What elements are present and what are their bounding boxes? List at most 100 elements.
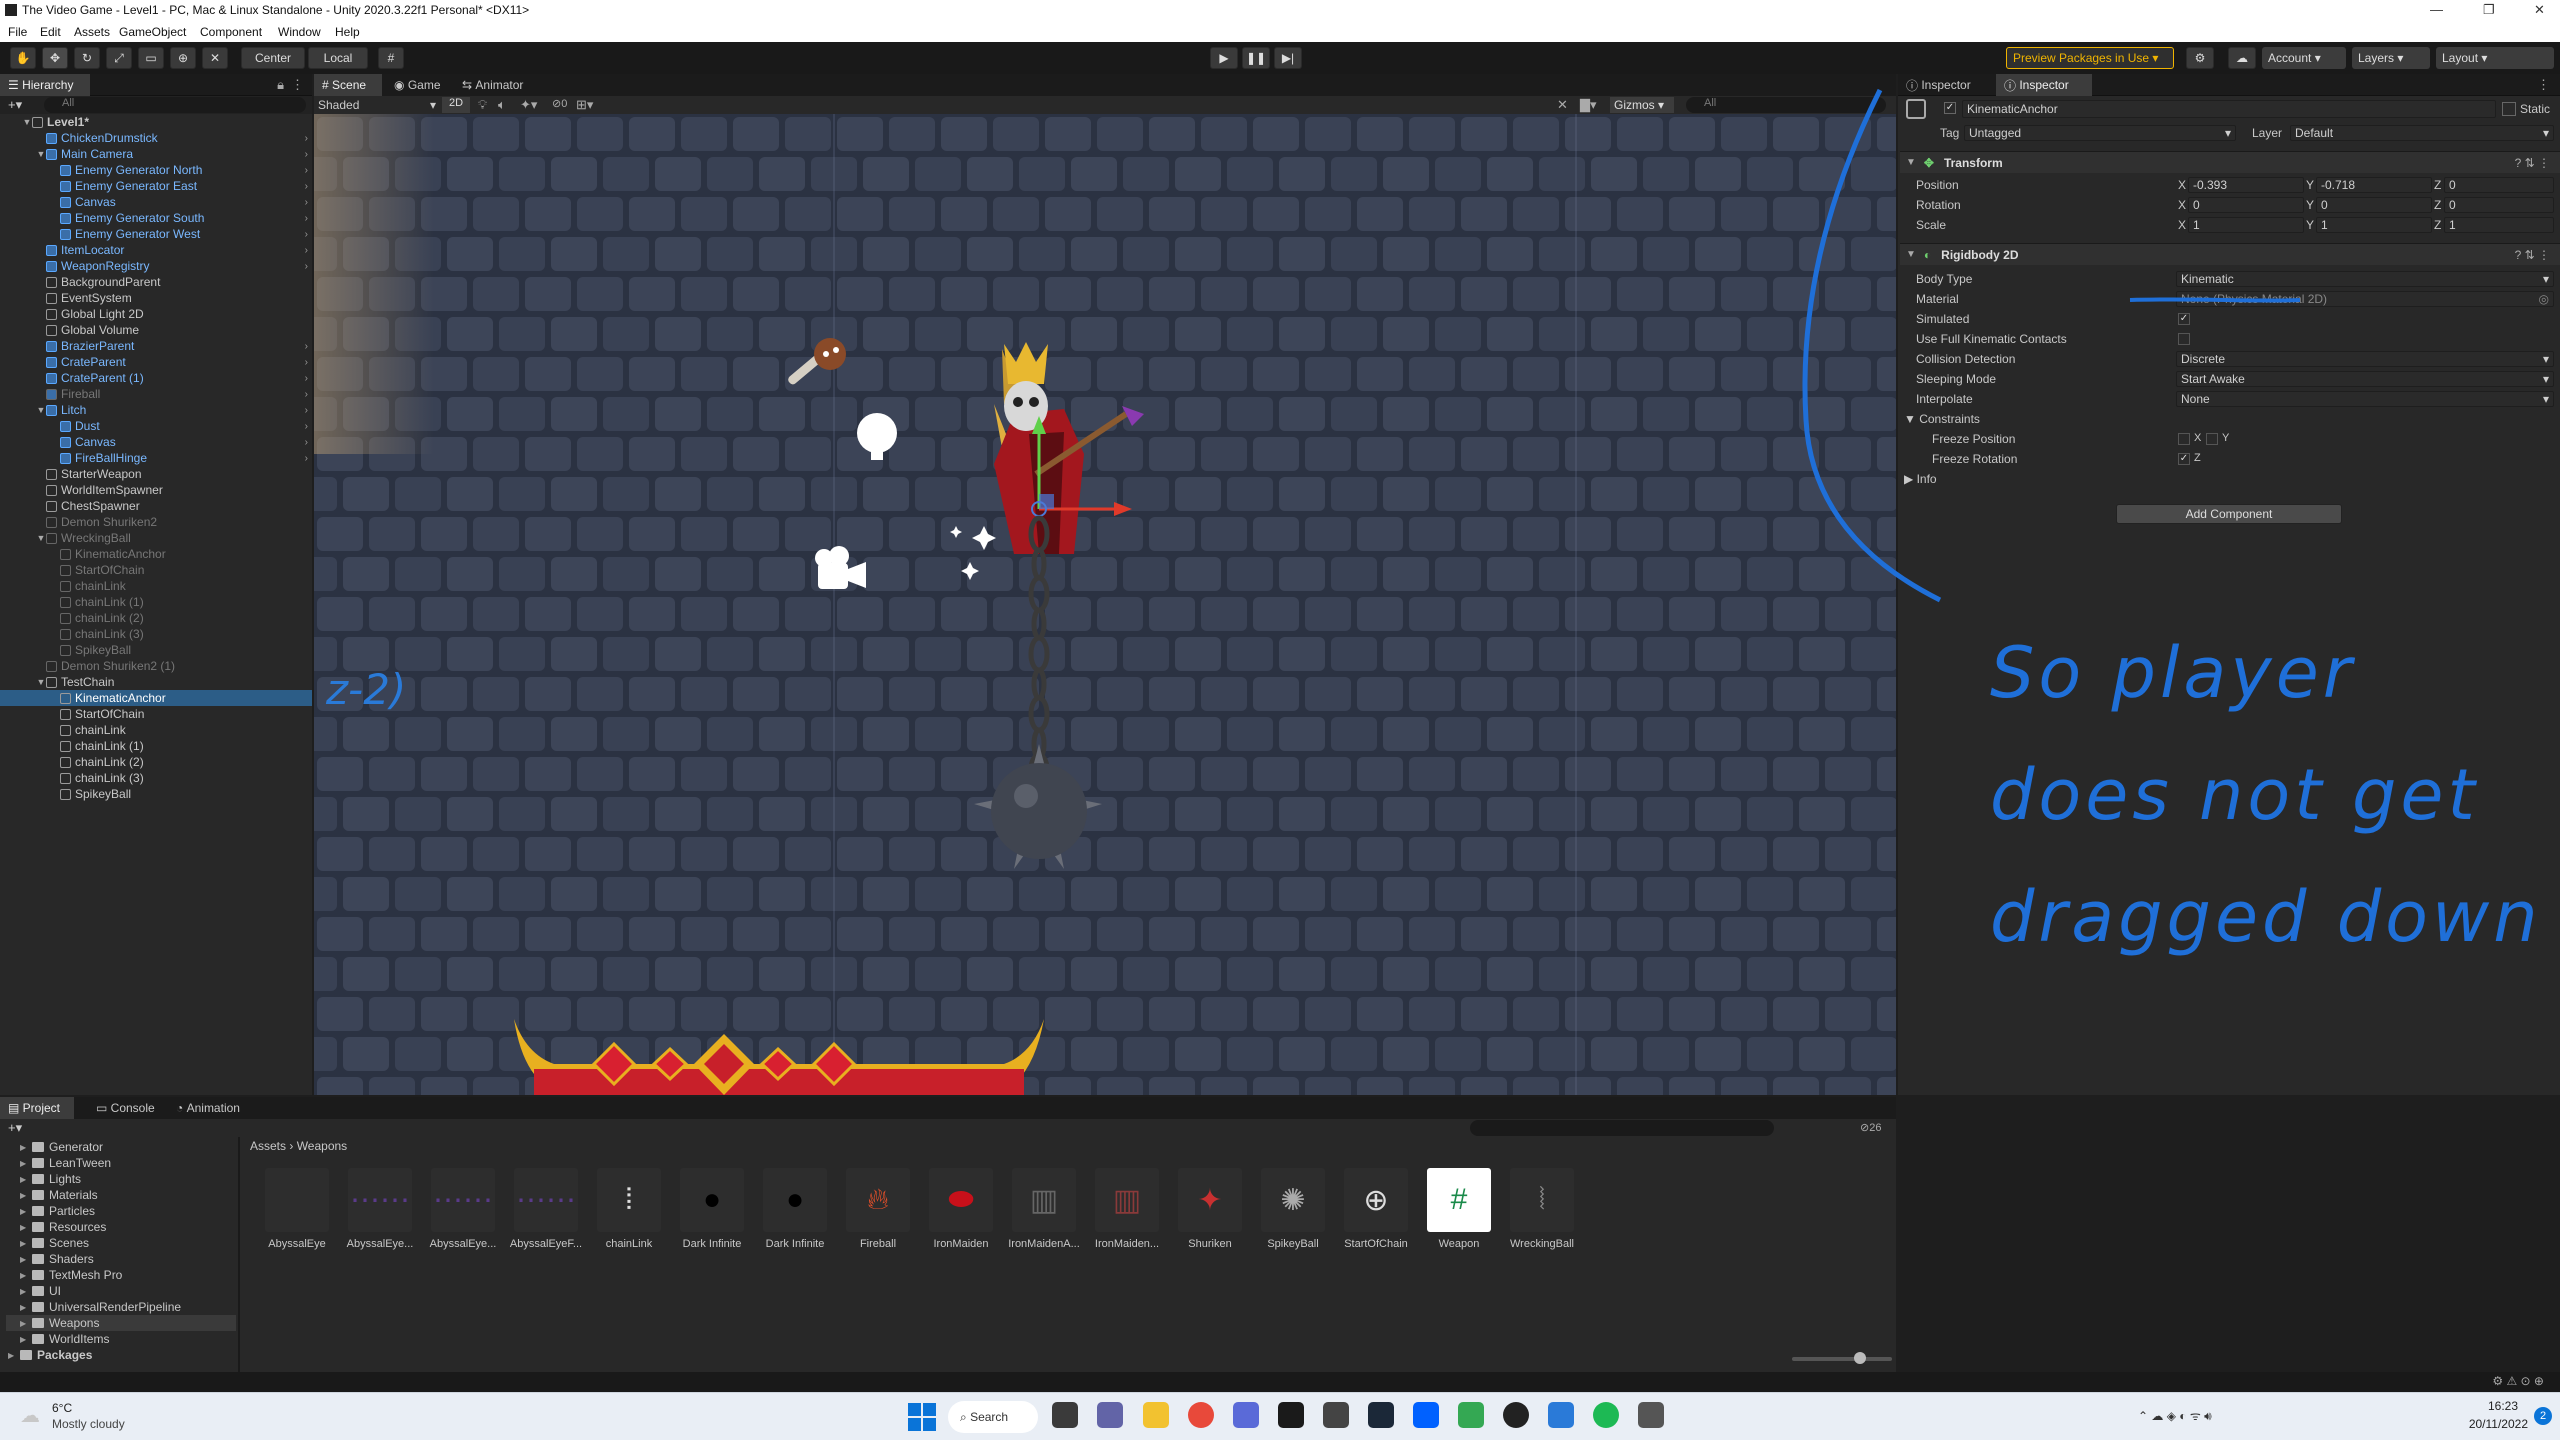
foldout-arrow-icon[interactable]: ▶ [20,1303,32,1312]
effects-icon[interactable]: ✦▾ [520,97,537,113]
app-icon[interactable] [1503,1402,1529,1428]
hierarchy-item[interactable]: Enemy Generator North › [0,162,312,178]
menu-gameobject[interactable]: GameObject [119,25,186,39]
prefab-open-arrow-icon[interactable]: › [305,389,308,400]
project-folder[interactable]: ▶ Scenes [6,1235,236,1251]
hierarchy-item[interactable]: ▼ Level1* [0,114,312,130]
hierarchy-item[interactable]: KinematicAnchor [0,546,312,562]
prefab-open-arrow-icon[interactable]: › [305,373,308,384]
foldout-arrow-icon[interactable]: ▼ [36,149,46,159]
foldout-arrow-icon[interactable]: ▶ [20,1255,32,1264]
menu-help[interactable]: Help [335,25,360,39]
prefab-open-arrow-icon[interactable]: › [305,229,308,240]
lighting-icon[interactable]: 💡︎ [478,97,487,113]
notification-badge[interactable]: 2 [2534,1407,2552,1425]
asset-item[interactable]: ✺ SpikeyBall [1253,1168,1333,1250]
project-folder[interactable]: ▶ UniversalRenderPipeline [6,1299,236,1315]
hierarchy-item[interactable]: SpikeyBall [0,786,312,802]
asset-item[interactable]: # Weapon [1419,1168,1499,1250]
asset-item[interactable]: ● Dark Infinite [755,1168,835,1250]
camera-settings-icon[interactable]: ▇▾ [1580,97,1597,113]
tab-console[interactable]: ▭ Console [88,1097,164,1119]
hierarchy-item[interactable]: StartOfChain [0,562,312,578]
hierarchy-item[interactable]: ChickenDrumstick › [0,130,312,146]
tab-hierarchy[interactable]: ☰ Hierarchy [0,74,90,96]
project-create-icon[interactable]: +▾ [8,1120,22,1136]
system-tray-icons[interactable]: ⌃ ☁ ◈ ◐ ᯤ 🔊︎ [2138,1407,2212,1424]
asset-item[interactable]: ⋯⋯ AbyssalEye... [340,1168,420,1250]
menu-assets[interactable]: Assets [74,25,110,39]
shading-mode-dropdown[interactable]: Shaded ▾ [318,97,436,113]
prefab-open-arrow-icon[interactable]: › [305,165,308,176]
hierarchy-item[interactable]: StarterWeapon [0,466,312,482]
prefab-open-arrow-icon[interactable]: › [305,133,308,144]
foldout-arrow-icon[interactable]: ▶ [20,1191,32,1200]
foldout-arrow-icon[interactable]: ▶ [20,1223,32,1232]
foldout-arrow-icon[interactable]: ▶ [20,1287,32,1296]
dropbox-icon[interactable] [1413,1402,1439,1428]
prefab-open-arrow-icon[interactable]: › [305,245,308,256]
hierarchy-item[interactable]: CrateParent › [0,354,312,370]
taskbar-search[interactable]: ⌕ Search [948,1401,1038,1433]
step-button[interactable]: ▶| [1274,47,1302,69]
foldout-arrow-icon[interactable]: ▶ [20,1239,32,1248]
project-folder[interactable]: ▶ Materials [6,1187,236,1203]
hierarchy-item[interactable]: Enemy Generator South › [0,210,312,226]
prefab-open-arrow-icon[interactable]: › [305,197,308,208]
tab-animation[interactable]: ◔ Animation [168,1097,260,1119]
breadcrumb-assets[interactable]: Assets [250,1139,286,1153]
menu-window[interactable]: Window [278,25,321,39]
hierarchy-item[interactable]: ▼ WreckingBall [0,530,312,546]
project-folder[interactable]: ▶ TextMesh Pro [6,1267,236,1283]
split-divider[interactable] [238,1137,240,1392]
start-button[interactable] [908,1403,936,1431]
hierarchy-item[interactable]: Canvas › [0,434,312,450]
project-folder[interactable]: ▶ Shaders [6,1251,236,1267]
spotify-icon[interactable] [1593,1402,1619,1428]
asset-item[interactable]: ⦚ WreckingBall [1502,1168,1582,1250]
prefab-open-arrow-icon[interactable]: › [305,181,308,192]
hierarchy-item[interactable]: Dust › [0,418,312,434]
asset-item[interactable]: ✦ Shuriken [1170,1168,1250,1250]
asset-item[interactable]: ● Dark Infinite [672,1168,752,1250]
teams-icon[interactable] [1097,1402,1123,1428]
hierarchy-item[interactable]: BackgroundParent [0,274,312,290]
tab-scene[interactable]: # Scene [314,74,382,96]
hierarchy-item[interactable]: Global Light 2D [0,306,312,322]
move-tool-icon[interactable]: ✥ [42,47,68,69]
hierarchy-item[interactable]: Enemy Generator West › [0,226,312,242]
prefab-open-arrow-icon[interactable]: › [305,261,308,272]
grid-toggle-icon[interactable]: ⊞▾ [576,97,593,113]
rect-tool-icon[interactable]: ▭ [138,47,164,69]
hierarchy-item[interactable]: chainLink (1) [0,594,312,610]
project-folder[interactable]: ▶ LeanTween [6,1155,236,1171]
lock-icon[interactable]: 🔒︎ [277,77,284,93]
tools-icon[interactable]: ✕ [1557,97,1568,113]
gizmos-dropdown[interactable]: Gizmos ▾ [1610,97,1674,113]
minimize-icon[interactable]: — [2430,2,2443,17]
asset-item[interactable]: ⊕ StartOfChain [1336,1168,1416,1250]
app-icon[interactable] [1638,1402,1664,1428]
unity-taskbar-icon[interactable] [1278,1402,1304,1428]
hierarchy-item[interactable]: EventSystem [0,290,312,306]
prefab-open-arrow-icon[interactable]: › [305,357,308,368]
steam-icon[interactable] [1368,1402,1394,1428]
thumbnail-size-slider[interactable] [1792,1357,1892,1361]
asset-item[interactable]: 🔥︎ Fireball [838,1168,918,1250]
weather-icon[interactable]: ☁ [20,1403,40,1428]
hierarchy-item[interactable]: ▼ TestChain [0,674,312,690]
asset-item[interactable]: AbyssalEye [257,1168,337,1250]
menu-component[interactable]: Component [200,25,262,39]
slider-handle[interactable] [1854,1352,1866,1364]
hierarchy-item[interactable]: FireBallHinge › [0,450,312,466]
foldout-arrow-icon[interactable]: ▶ [20,1207,32,1216]
custom-tool-icon[interactable]: ✕ [202,47,228,69]
prefab-open-arrow-icon[interactable]: › [305,405,308,416]
menu-edit[interactable]: Edit [40,25,61,39]
panel-menu-icon[interactable]: ⋮ [291,77,304,93]
tab-animator[interactable]: ⇆ Animator [454,74,544,96]
breadcrumb-weapons[interactable]: Weapons [297,1139,347,1153]
hierarchy-item[interactable]: SpikeyBall [0,642,312,658]
maximize-icon[interactable]: ❐ [2483,2,2495,18]
hidden-objects-icon[interactable]: ⊘0 [552,97,567,110]
